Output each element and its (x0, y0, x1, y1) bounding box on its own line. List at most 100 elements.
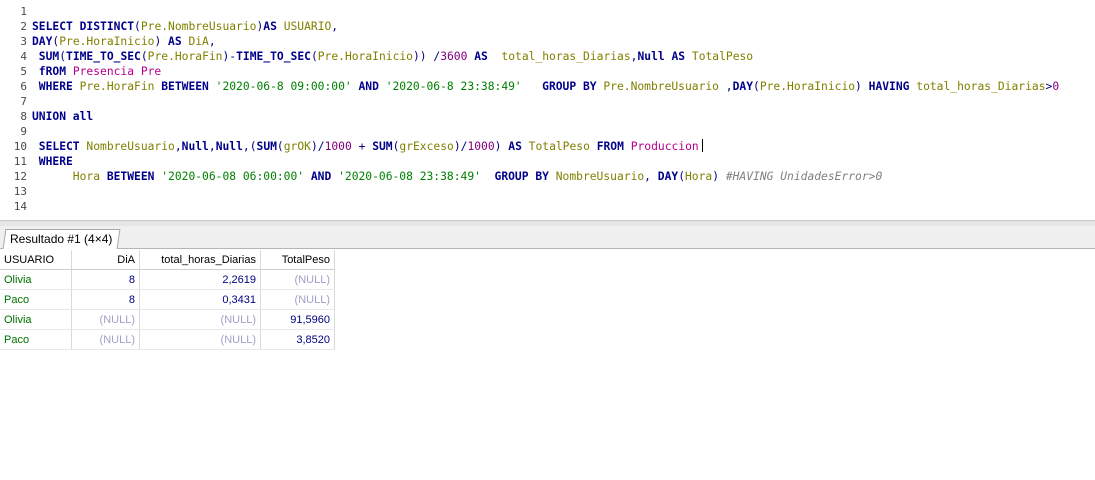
code-token: SELECT (32, 20, 80, 33)
tab-result-1-label: Resultado #1 (4×4) (10, 232, 113, 246)
table-cell[interactable]: (NULL) (71, 329, 140, 350)
code-line[interactable]: 5 fROM Presencia Pre (0, 64, 1095, 79)
code-token: AS (474, 50, 502, 63)
table-cell[interactable]: Olivia (0, 269, 72, 290)
table-row[interactable]: Olivia 8 2,2619 (NULL) (0, 269, 335, 290)
code-token: Pre.HoraFin (79, 80, 162, 93)
code-token: 1000 (324, 140, 352, 153)
code-token: ( (134, 20, 141, 33)
code-token: '2020-06-08 06:00:00' (161, 170, 305, 183)
code-token: TIME_TO_SEC (66, 50, 141, 63)
code-token: AND (351, 80, 386, 93)
code-token: AND (304, 170, 339, 183)
code-token: TotalPeso (528, 140, 597, 153)
code-token: Pre.NombreUsuario (603, 80, 726, 93)
code-token: ) (712, 170, 726, 183)
code-token: , (208, 35, 216, 48)
result-tabbar: Resultado #1 (4×4) (0, 226, 1095, 249)
table-row[interactable]: Paco (NULL) (NULL) 3,8520 (0, 329, 335, 350)
code-token: '2020-06-8 09:00:00' (215, 80, 352, 93)
table-cell[interactable]: 8 (71, 289, 140, 310)
column-header-total-horas[interactable]: total_horas_Diarias (139, 250, 261, 270)
code-line[interactable]: 3 DAY(Pre.HoraInicio) AS DiA, (0, 34, 1095, 49)
table-row[interactable]: Olivia (NULL) (NULL) 91,5960 (0, 309, 335, 330)
code-line[interactable]: 13 (0, 184, 1095, 199)
code-token: )/ (310, 140, 325, 153)
code-text: WHERE Pre.HoraFin BETWEEN '2020-06-8 09:… (32, 79, 1059, 94)
code-token: , (644, 170, 658, 183)
code-text: SUM(TIME_TO_SEC(Pre.HoraFin)-TIME_TO_SEC… (32, 49, 753, 64)
code-token: )/ (453, 140, 468, 153)
code-token: total_horas_Diarias (916, 80, 1046, 93)
code-token: 1000 (467, 140, 495, 153)
table-cell[interactable]: Paco (0, 289, 72, 310)
code-token: DAY (732, 80, 754, 93)
code-token: GROUP BY (480, 170, 556, 183)
table-cell[interactable]: Olivia (0, 309, 72, 330)
code-token: TIME_TO_SEC (236, 50, 311, 63)
table-row[interactable]: Paco 8 0,3431 (NULL) (0, 289, 335, 310)
code-token: #HAVING UnidadesError>0 (725, 170, 883, 183)
code-line[interactable]: 14 (0, 199, 1095, 214)
code-token: Hora (32, 170, 107, 183)
code-token: HAVING (868, 80, 917, 93)
code-line[interactable]: 4 SUM(TIME_TO_SEC(Pre.HoraFin)-TIME_TO_S… (0, 49, 1095, 64)
code-line[interactable]: 9 (0, 124, 1095, 139)
code-token: ( (310, 50, 318, 63)
code-token: ( (276, 140, 284, 153)
code-line[interactable]: 2 SELECT DISTINCT(Pre.NombreUsuario)AS US… (0, 19, 1095, 34)
code-token: ( (678, 170, 685, 183)
code-line[interactable]: 12 Hora BETWEEN '2020-06-08 06:00:00' AN… (0, 169, 1095, 184)
column-header-usuario[interactable]: USUARIO (0, 250, 72, 270)
code-token: SUM (372, 140, 393, 153)
code-token: TotalPeso (691, 50, 754, 63)
code-token: grOK (283, 140, 311, 153)
code-line[interactable]: 10 SELECT NombreUsuario,Null,Null,(SUM(g… (0, 139, 1095, 154)
code-token: ) (855, 80, 869, 93)
code-line[interactable]: 7 (0, 94, 1095, 109)
table-cell[interactable]: (NULL) (71, 309, 140, 330)
table-cell[interactable]: 3,8520 (260, 329, 335, 350)
code-token: Null (215, 140, 243, 153)
table-cell[interactable]: (NULL) (260, 289, 335, 310)
table-cell[interactable]: Paco (0, 329, 72, 350)
code-line[interactable]: 11 WHERE (0, 154, 1095, 169)
line-number: 12 (13, 170, 27, 183)
code-token: ,( (242, 140, 257, 153)
code-text: DAY(Pre.HoraInicio) AS DiA, (32, 34, 216, 49)
code-token: '2020-06-08 23:38:49' (338, 170, 481, 183)
code-text: WHERE (32, 154, 73, 169)
code-token: Pre.HoraInicio (317, 50, 413, 63)
line-number: 6 (20, 80, 27, 93)
line-number: 7 (20, 95, 27, 108)
table-cell[interactable]: 0,3431 (139, 289, 261, 310)
code-token: Pre.HoraFin (147, 50, 223, 63)
column-header-dia[interactable]: DiA (71, 250, 140, 270)
sql-editor[interactable]: 1 2 SELECT DISTINCT(Pre.NombreUsuario)AS U… (0, 0, 1095, 220)
line-number: 11 (13, 155, 27, 168)
table-cell[interactable]: 91,5960 (260, 309, 335, 330)
code-line[interactable]: 1 (0, 4, 1095, 19)
code-text: Hora BETWEEN '2020-06-08 06:00:00' AND '… (32, 169, 882, 184)
table-cell[interactable]: 8 (71, 269, 140, 290)
code-line[interactable]: 8 UNION all (0, 109, 1095, 124)
code-token: , (208, 140, 216, 153)
tab-result-1[interactable]: Resultado #1 (4×4) (2, 229, 121, 249)
code-token: FROM (596, 140, 631, 153)
column-header-totalpeso[interactable]: TotalPeso (260, 250, 335, 270)
line-number: 9 (20, 125, 27, 138)
table-cell[interactable]: (NULL) (260, 269, 335, 290)
table-cell[interactable]: (NULL) (139, 309, 261, 330)
code-line[interactable]: 6 WHERE Pre.HoraFin BETWEEN '2020-06-8 0… (0, 79, 1095, 94)
code-token: BETWEEN (161, 80, 216, 93)
code-token: Pre.HoraInicio (759, 80, 856, 93)
grid-header-row: USUARIO DiA total_horas_Diarias TotalPes… (0, 250, 335, 270)
table-cell[interactable]: (NULL) (139, 329, 261, 350)
code-token: 3600 (440, 50, 475, 63)
code-token: Null (181, 140, 209, 153)
result-grid[interactable]: USUARIO DiA total_horas_Diarias TotalPes… (0, 250, 335, 350)
table-cell[interactable]: 2,2619 (139, 269, 261, 290)
code-token: UNION all (32, 110, 94, 123)
code-token: ) (154, 35, 169, 48)
code-token: Produccion (630, 140, 699, 153)
